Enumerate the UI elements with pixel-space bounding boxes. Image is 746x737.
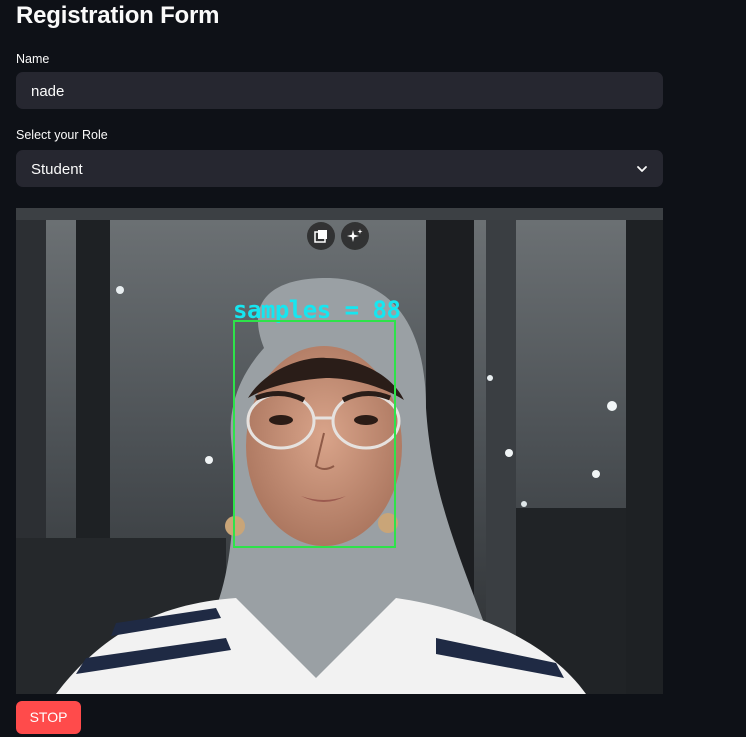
role-select[interactable]: Student <box>16 150 663 187</box>
role-select-value: Student <box>31 161 83 178</box>
app-page: Registration Form Name nade Select your … <box>0 0 746 737</box>
chevron-down-icon <box>637 166 647 172</box>
picture-in-picture-icon <box>314 230 327 243</box>
role-label: Select your Role <box>16 128 108 142</box>
picture-in-picture-button[interactable] <box>307 222 335 250</box>
name-field[interactable]: nade <box>16 72 663 109</box>
webcam-video: samples = 88 <box>16 208 663 694</box>
sparkle-icon <box>347 229 363 242</box>
page-title: Registration Form <box>16 2 220 29</box>
face-detection-box <box>233 320 396 548</box>
name-field-value: nade <box>31 83 65 100</box>
stop-button[interactable]: STOP <box>16 701 81 734</box>
name-label: Name <box>16 52 50 66</box>
enhance-button[interactable] <box>341 222 369 250</box>
